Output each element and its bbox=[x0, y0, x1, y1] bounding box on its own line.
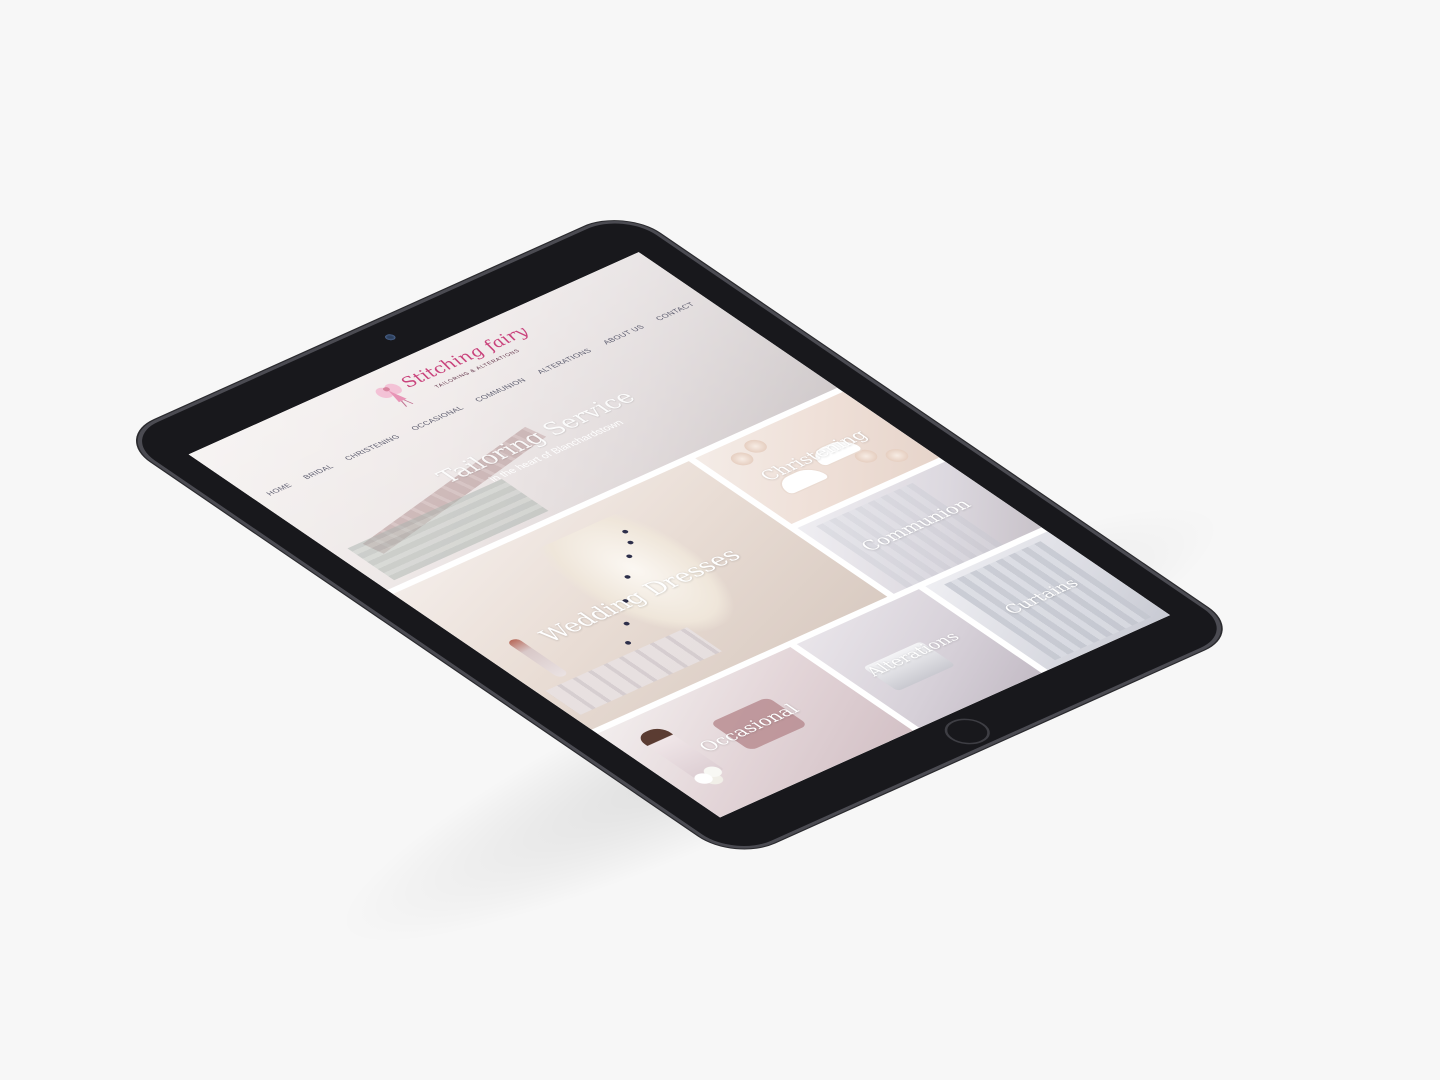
tablet-device: Stitching fairy TAILORING & ALTERATIONS … bbox=[122, 212, 1237, 857]
nav-contact[interactable]: CONTACT bbox=[654, 301, 697, 322]
nav-home[interactable]: HOME bbox=[265, 482, 295, 497]
nav-christening[interactable]: CHRISTENING bbox=[343, 434, 402, 462]
nav-alterations[interactable]: ALTERATIONS bbox=[535, 347, 594, 375]
nav-bridal[interactable]: BRIDAL bbox=[301, 463, 335, 480]
website-screen: Stitching fairy TAILORING & ALTERATIONS … bbox=[188, 252, 1171, 818]
mockup-stage: Stitching fairy TAILORING & ALTERATIONS … bbox=[0, 0, 1440, 1080]
tile-label-occasional: Occasional bbox=[694, 701, 805, 755]
bead-decoration bbox=[623, 640, 633, 646]
nav-about-us[interactable]: ABOUT US bbox=[601, 324, 647, 346]
